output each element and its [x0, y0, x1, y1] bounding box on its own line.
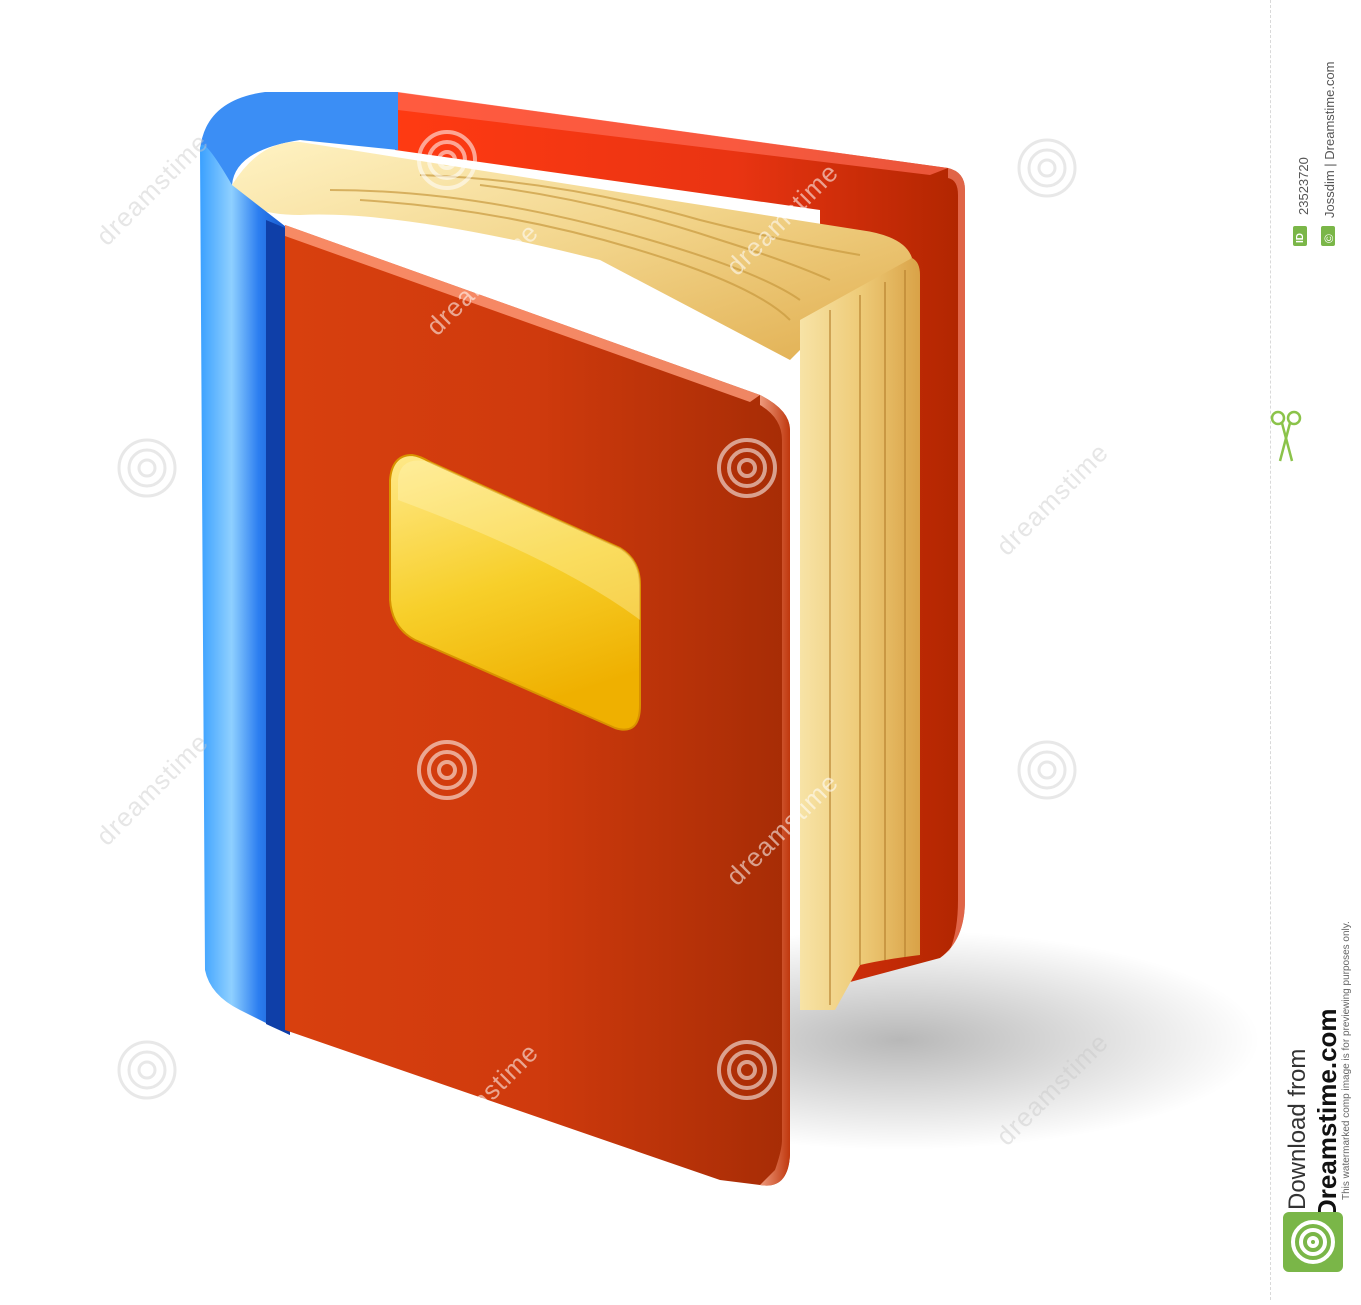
download-site-label: Dreamstime.com	[1312, 1008, 1342, 1218]
dreamstime-logo-icon	[1283, 1212, 1343, 1272]
image-id: 23523720	[1296, 157, 1311, 215]
preview-note: This watermarked comp image is for previ…	[1341, 921, 1352, 1200]
credit-text: Jossdim | Dreamstime.com	[1322, 61, 1337, 218]
id-badge-label: ID	[1295, 233, 1306, 243]
book-illustration	[0, 0, 1361, 1300]
copyright-symbol: ©	[1322, 234, 1336, 243]
id-badge: ID	[1293, 226, 1307, 246]
scissors-icon	[1270, 410, 1302, 462]
download-from-label: Download from	[1284, 1048, 1311, 1210]
front-cover	[285, 225, 790, 1186]
copyright-badge: ©	[1321, 226, 1336, 246]
